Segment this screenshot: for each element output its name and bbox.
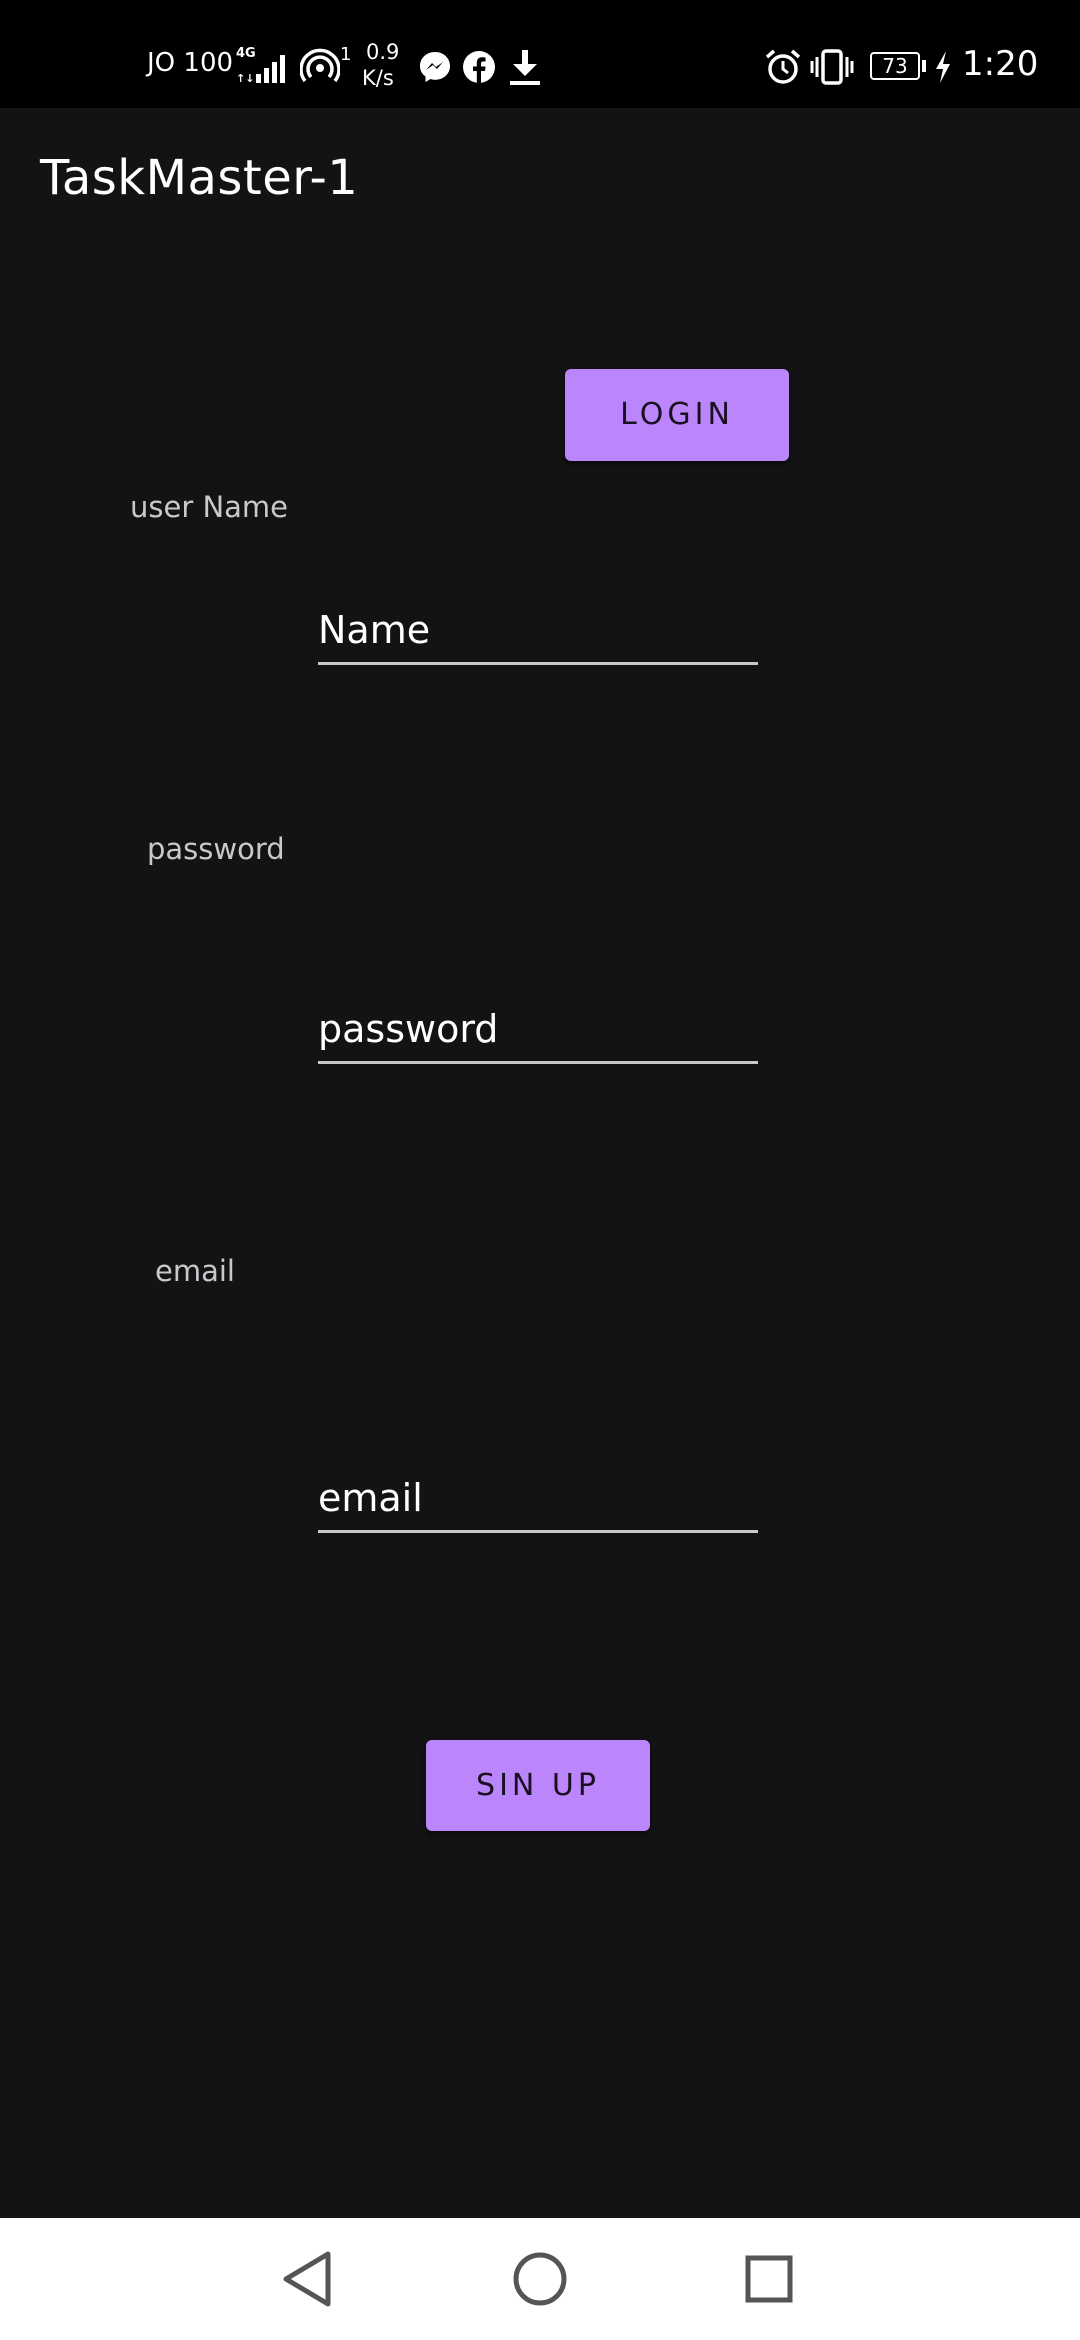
signal-icon: ↑↓ (236, 55, 285, 84)
speed-value: 0.9 (366, 40, 400, 64)
login-button-label: LOGIN (620, 397, 734, 432)
battery-icon: 73 (870, 52, 920, 80)
navigation-bar (0, 2218, 1080, 2340)
battery-tip (922, 60, 926, 72)
password-field[interactable] (318, 997, 758, 1064)
recents-icon[interactable] (732, 2242, 806, 2316)
battery-level: 73 (882, 54, 908, 78)
app-bar: TaskMaster-1 (0, 108, 1080, 254)
password-label: password (147, 832, 285, 866)
email-input[interactable] (318, 1466, 758, 1530)
hotspot-icon (300, 48, 340, 83)
facebook-icon (463, 51, 495, 83)
download-icon (510, 50, 540, 85)
hotspot-count: 1 (340, 44, 352, 65)
email-field[interactable] (318, 1466, 758, 1533)
clock: 1:20 (962, 44, 1039, 84)
signup-button[interactable]: SIN UP (426, 1740, 650, 1831)
vibrate-icon (810, 49, 854, 85)
login-button[interactable]: LOGIN (565, 369, 789, 461)
username-label: user Name (130, 490, 289, 524)
app-title: TaskMaster-1 (40, 150, 359, 206)
messenger-icon (420, 52, 450, 82)
username-input[interactable] (318, 598, 758, 662)
username-field[interactable] (318, 598, 758, 665)
email-label: email (155, 1254, 235, 1288)
carrier-label: JO 100 (147, 48, 234, 78)
charging-icon (936, 51, 950, 83)
signup-button-label: SIN UP (476, 1768, 600, 1803)
home-icon[interactable] (503, 2242, 577, 2316)
password-input[interactable] (318, 997, 758, 1061)
alarm-icon (765, 49, 801, 84)
speed-unit: K/s (362, 66, 394, 90)
back-icon[interactable] (272, 2242, 346, 2316)
svg-text:↑↓: ↑↓ (236, 72, 254, 84)
status-bar: JO 100 4G ↑↓ 1 0.9 K/s 73 1:20 (0, 0, 1080, 108)
